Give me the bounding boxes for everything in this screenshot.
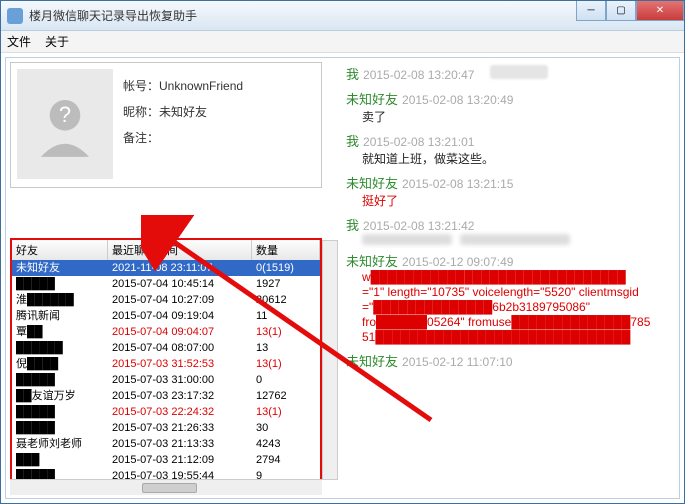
chat-message: 未知好友2015-02-12 09:07:49w████████████████… <box>346 251 667 345</box>
col-count[interactable]: 数量 <box>252 240 320 260</box>
chat-message: 未知好友2015-02-08 13:20:49卖了 <box>346 89 667 125</box>
horizontal-scrollbar[interactable] <box>10 479 322 495</box>
chat-message: 未知好友2015-02-08 13:21:15挺好了 <box>346 173 667 209</box>
app-icon <box>7 8 23 24</box>
table-row[interactable]: ██友谊万岁2015-07-03 23:17:3212762 <box>12 388 320 404</box>
table-body: 未知好友2021-11-08 23:11:070(1519)█████2015-… <box>12 260 320 482</box>
table-row[interactable]: 倪████2015-07-03 31:52:5313(1) <box>12 356 320 372</box>
minimize-button[interactable]: ─ <box>576 1 606 21</box>
remark-label: 备注： <box>123 131 159 145</box>
chat-message: 我2015-02-08 13:21:42 <box>346 215 667 245</box>
table-row[interactable]: 覃██2015-07-04 09:04:0713(1) <box>12 324 320 340</box>
profile-card: ? 帐号：UnknownFriend 昵称：未知好友 备注： <box>10 62 322 188</box>
chat-pane: 我2015-02-08 13:20:47 未知好友2015-02-08 13:20… <box>338 62 675 494</box>
table-row[interactable]: █████2015-07-03 22:24:3213(1) <box>12 404 320 420</box>
table-row[interactable]: ███2015-07-03 21:12:092794 <box>12 452 320 468</box>
menu-file[interactable]: 文件 <box>7 33 31 50</box>
svg-text:?: ? <box>59 102 71 127</box>
col-lasttime[interactable]: 最近聊天时间 <box>108 240 252 260</box>
table-row[interactable]: 未知好友2021-11-08 23:11:070(1519) <box>12 260 320 276</box>
avatar-placeholder: ? <box>17 69 113 179</box>
chat-message: 我2015-02-08 13:20:47 <box>346 64 667 83</box>
account-label: 帐号： <box>123 79 159 93</box>
table-row[interactable]: █████2015-07-04 10:45:141927 <box>12 276 320 292</box>
maximize-button[interactable]: ▢ <box>606 1 636 21</box>
table-row[interactable]: ██████2015-07-04 08:07:0013 <box>12 340 320 356</box>
table-row[interactable]: 淮██████2015-07-04 10:27:0920612 <box>12 292 320 308</box>
window-title: 楼月微信聊天记录导出恢复助手 <box>29 7 197 24</box>
menu-about[interactable]: 关于 <box>45 33 69 50</box>
account-value: UnknownFriend <box>159 79 243 93</box>
col-friend[interactable]: 好友 <box>12 240 108 260</box>
content-area: ? 帐号：UnknownFriend 昵称：未知好友 备注： 好友 最近聊天时间… <box>5 57 680 499</box>
table-row[interactable]: █████2015-07-03 21:26:3330 <box>12 420 320 436</box>
chat-message: 我2015-02-08 13:21:01就知道上班，做菜这些。 <box>346 131 667 167</box>
nick-value: 未知好友 <box>159 105 207 119</box>
menu-bar: 文件 关于 <box>1 31 684 53</box>
table-header: 好友 最近聊天时间 数量 <box>12 240 320 260</box>
vertical-scrollbar[interactable] <box>322 240 338 480</box>
app-window: 楼月微信聊天记录导出恢复助手 ─ ▢ ✕ 文件 关于 ? 帐号：UnknownF… <box>0 0 685 504</box>
table-row[interactable]: 聂老师刘老师2015-07-03 21:13:334243 <box>12 436 320 452</box>
left-pane: ? 帐号：UnknownFriend 昵称：未知好友 备注： 好友 最近聊天时间… <box>10 62 322 494</box>
close-button[interactable]: ✕ <box>636 1 684 21</box>
contacts-table: 好友 最近聊天时间 数量 未知好友2021-11-08 23:11:070(15… <box>10 238 322 484</box>
table-row[interactable]: █████2015-07-03 31:00:000 <box>12 372 320 388</box>
title-bar[interactable]: 楼月微信聊天记录导出恢复助手 ─ ▢ ✕ <box>1 1 684 31</box>
table-row[interactable]: 腾讯新闻2015-07-04 09:19:0411 <box>12 308 320 324</box>
scroll-thumb[interactable] <box>142 483 197 493</box>
nick-label: 昵称： <box>123 105 159 119</box>
chat-message: 未知好友2015-02-12 11:07:10 <box>346 351 667 370</box>
